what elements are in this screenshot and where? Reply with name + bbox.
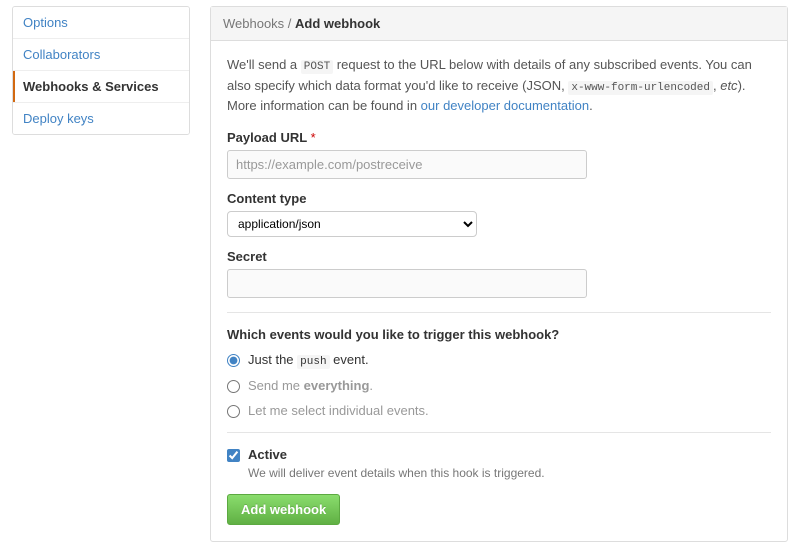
add-webhook-button[interactable]: Add webhook bbox=[227, 494, 340, 525]
events-question: Which events would you like to trigger t… bbox=[227, 327, 771, 342]
breadcrumb: Webhooks / Add webhook bbox=[211, 7, 787, 41]
content-type-select[interactable]: application/json bbox=[227, 211, 477, 237]
event-option-everything[interactable]: Send me everything. bbox=[227, 378, 771, 393]
breadcrumb-root: Webhooks bbox=[223, 16, 284, 31]
event-option-individual[interactable]: Let me select individual events. bbox=[227, 403, 771, 418]
sidebar-item-label: Deploy keys bbox=[23, 111, 94, 126]
intro-text: We'll send a POST request to the URL bel… bbox=[227, 55, 771, 116]
event-radio-individual[interactable] bbox=[227, 405, 240, 418]
event-radio-everything[interactable] bbox=[227, 380, 240, 393]
breadcrumb-current: Add webhook bbox=[295, 16, 380, 31]
event-option-push[interactable]: Just the push event. bbox=[227, 352, 771, 368]
active-label: Active bbox=[248, 447, 287, 462]
active-checkbox[interactable] bbox=[227, 449, 240, 462]
sidebar-item-deploy-keys[interactable]: Deploy keys bbox=[13, 103, 189, 134]
payload-url-label: Payload URL * bbox=[227, 130, 771, 145]
code-form-urlencoded: x-www-form-urlencoded bbox=[568, 81, 713, 95]
sidebar-item-label: Options bbox=[23, 15, 68, 30]
active-subtext: We will deliver event details when this … bbox=[248, 466, 771, 480]
sidebar-item-label: Collaborators bbox=[23, 47, 100, 62]
content-type-label: Content type bbox=[227, 191, 771, 206]
sidebar-item-label: Webhooks & Services bbox=[23, 79, 159, 94]
secret-input[interactable] bbox=[227, 269, 587, 298]
add-webhook-panel: Webhooks / Add webhook We'll send a POST… bbox=[210, 6, 788, 542]
settings-sidebar: Options Collaborators Webhooks & Service… bbox=[12, 6, 190, 135]
sidebar-item-collaborators[interactable]: Collaborators bbox=[13, 39, 189, 71]
required-asterisk: * bbox=[311, 130, 316, 145]
code-push: push bbox=[297, 355, 329, 369]
sidebar-item-webhooks-services[interactable]: Webhooks & Services bbox=[13, 71, 189, 103]
event-radio-push[interactable] bbox=[227, 354, 240, 367]
divider bbox=[227, 432, 771, 433]
sidebar-item-options[interactable]: Options bbox=[13, 7, 189, 39]
main-content: Webhooks / Add webhook We'll send a POST… bbox=[210, 6, 788, 542]
payload-url-input[interactable] bbox=[227, 150, 587, 179]
secret-label: Secret bbox=[227, 249, 771, 264]
active-checkbox-row[interactable]: Active bbox=[227, 447, 771, 462]
breadcrumb-separator: / bbox=[284, 16, 295, 31]
developer-docs-link[interactable]: our developer documentation bbox=[421, 98, 589, 113]
code-post: POST bbox=[301, 60, 333, 74]
divider bbox=[227, 312, 771, 313]
